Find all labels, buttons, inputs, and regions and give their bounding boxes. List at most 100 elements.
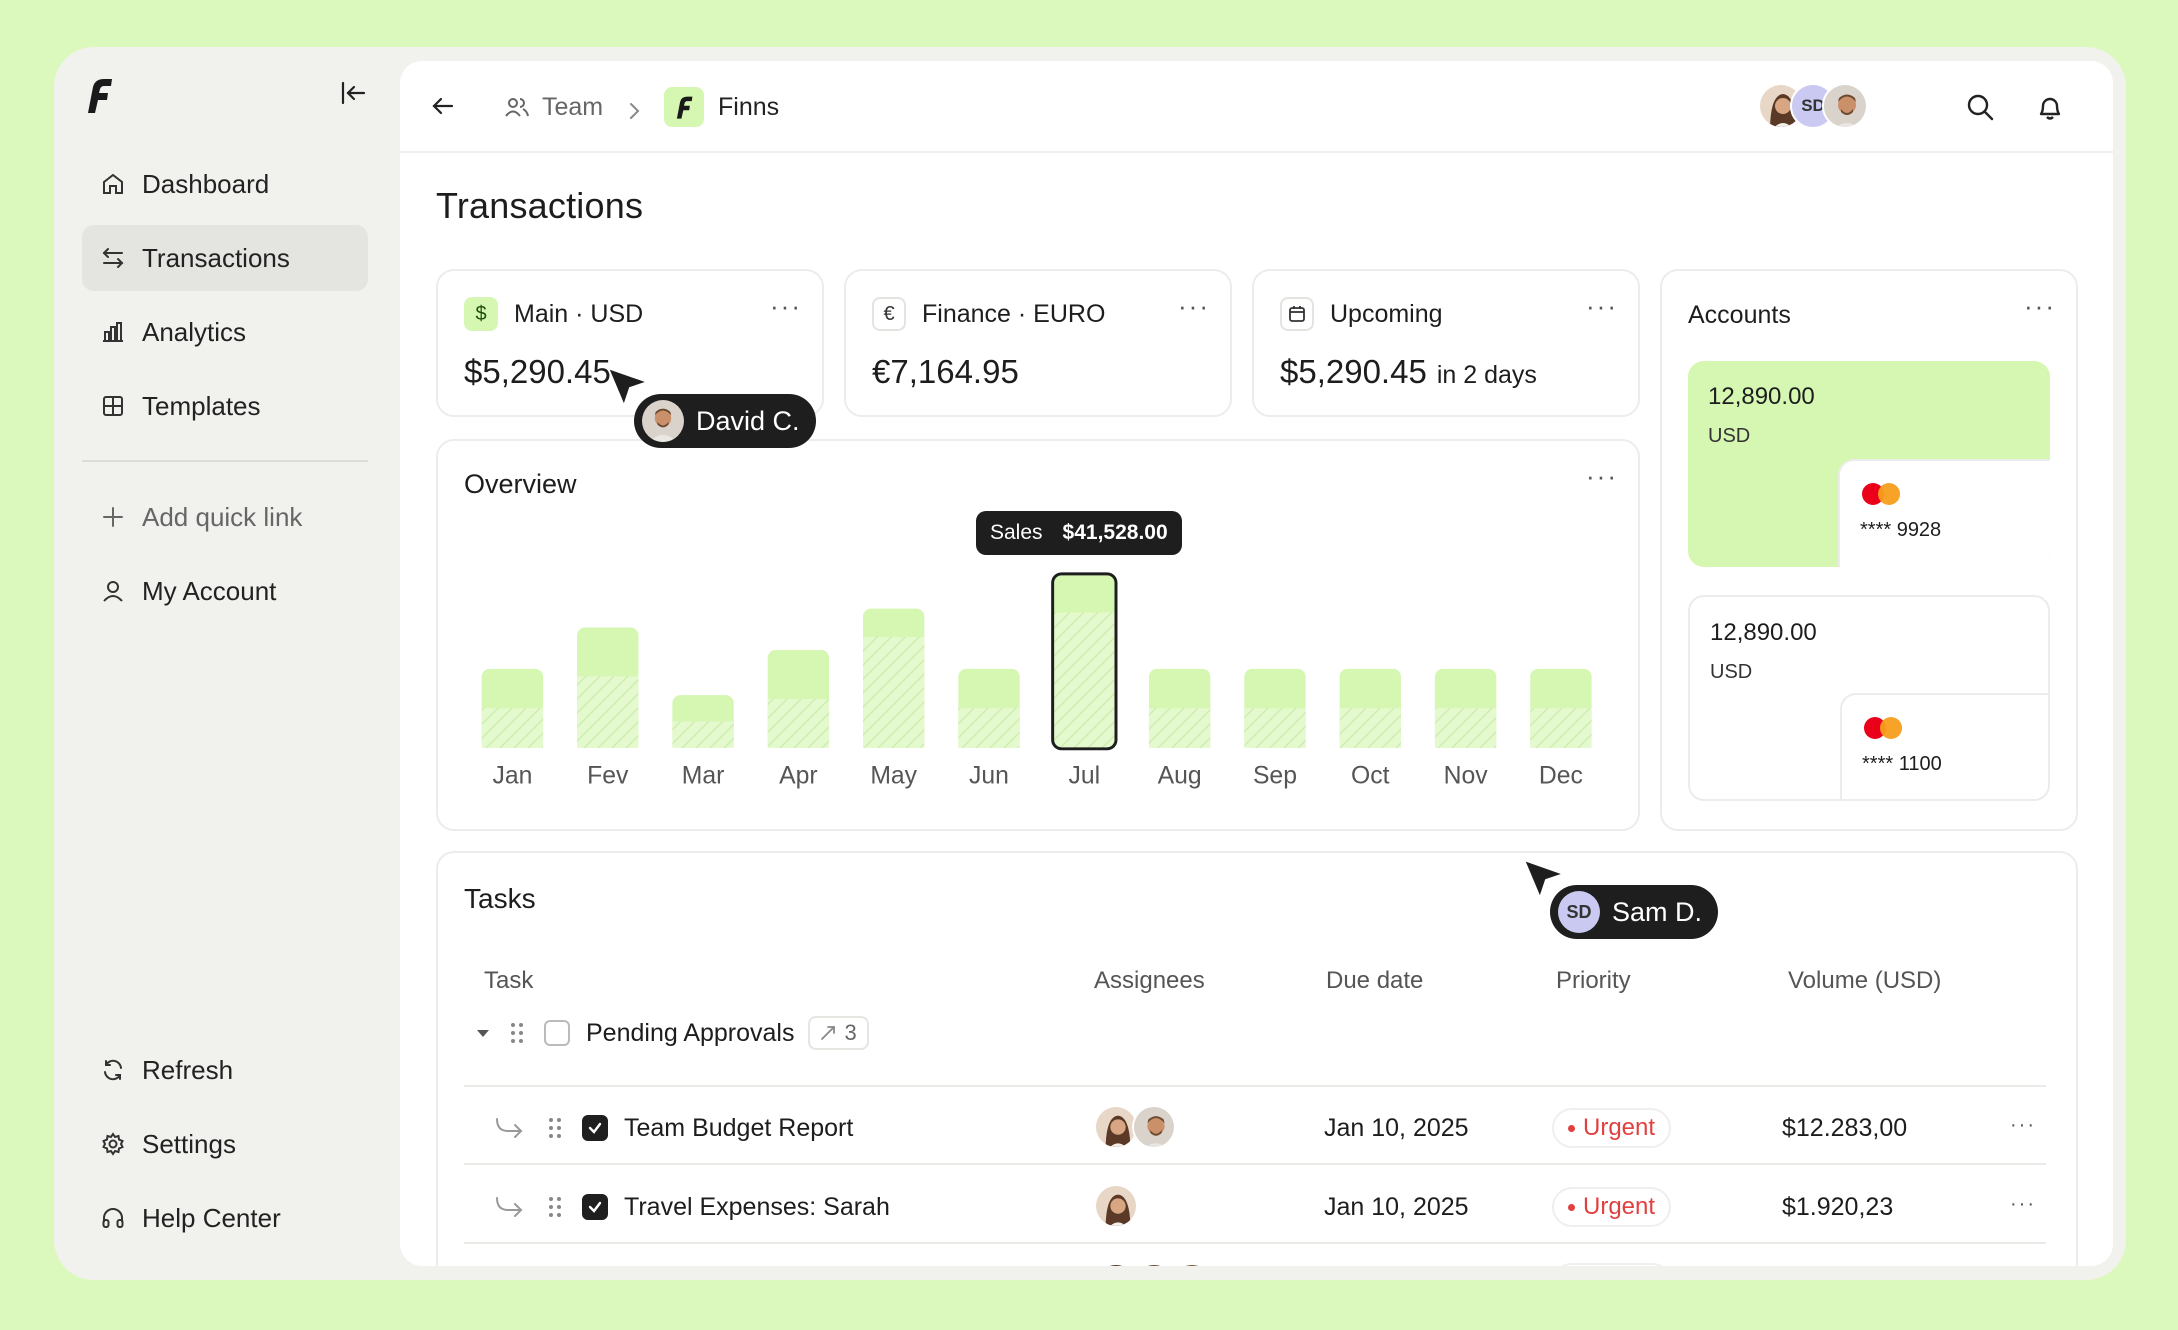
collapse-sidebar-icon[interactable] (338, 77, 368, 109)
bar-mar[interactable] (672, 695, 734, 748)
finns-logo[interactable] (82, 75, 116, 115)
stat-label: Finance · EURO (922, 299, 1106, 328)
collaborator-cursor-david: David C. (634, 394, 816, 448)
sidebar-item-settings[interactable]: Settings (82, 1111, 368, 1177)
row-more-icon[interactable]: ··· (2010, 1115, 2036, 1135)
task-checkbox[interactable] (582, 1194, 608, 1220)
sidebar-item-dashboard[interactable]: Dashboard (82, 151, 368, 217)
drag-handle-icon[interactable] (548, 1195, 562, 1219)
bar-sep[interactable] (1244, 668, 1306, 748)
x-tick-label: Apr (779, 762, 818, 789)
sidebar-item-analytics[interactable]: Analytics (82, 299, 368, 365)
stat-card-header: $ Main · USD (464, 297, 643, 331)
column-header-assignees[interactable]: Assignees (1094, 967, 1205, 995)
assignee-avatars[interactable] (1094, 1184, 1138, 1228)
stat-value-amount: $5,290.45 (1280, 353, 1427, 390)
avatar (642, 400, 684, 442)
back-arrow-icon[interactable] (426, 89, 460, 123)
breadcrumb-team-label: Team (542, 92, 604, 121)
table-row[interactable]: Travel Expenses: Sarah (494, 1184, 890, 1230)
sidebar-item-label: Transactions (142, 242, 290, 273)
avatar: SD (1558, 891, 1600, 933)
column-header-volume[interactable]: Volume (USD) (1788, 967, 1941, 995)
bar-chart-icon (100, 319, 126, 345)
group-checkbox[interactable] (544, 1020, 570, 1046)
dollar-icon: $ (464, 297, 498, 331)
sidebar-item-label: My Account (142, 575, 277, 606)
add-quick-link-button[interactable]: Add quick link (82, 484, 368, 550)
avatar (1132, 1263, 1176, 1266)
bar-dec[interactable] (1530, 668, 1592, 748)
caret-down-icon[interactable] (476, 1028, 490, 1038)
subtask-arrow-icon (494, 1196, 524, 1218)
stat-card-upcoming[interactable]: Upcoming ··· $5,290.45 in 2 days (1252, 269, 1640, 417)
bar-apr[interactable] (767, 650, 830, 748)
assignee-avatars[interactable] (1094, 1263, 1214, 1266)
row-more-icon[interactable]: ··· (2010, 1194, 2036, 1214)
bar-aug[interactable] (1148, 668, 1211, 748)
volume: $1.920,23 (1782, 1192, 1894, 1221)
drag-handle-icon[interactable] (548, 1116, 562, 1140)
priority-cell[interactable]: Urgent (1552, 1186, 1672, 1228)
bar-nov[interactable] (1434, 668, 1497, 748)
bar-may[interactable] (863, 608, 925, 748)
euro-icon: € (872, 297, 906, 331)
more-horizontal-icon[interactable]: ··· (1586, 293, 1618, 319)
priority-badge (1552, 1263, 1672, 1266)
sidebar-item-templates[interactable]: Templates (82, 373, 368, 439)
more-horizontal-icon[interactable]: ··· (770, 293, 802, 319)
bar-segment (1053, 612, 1116, 748)
payment-card: **** 9928 (1838, 459, 2050, 567)
avatar (1132, 1105, 1176, 1149)
bar-jan[interactable] (481, 668, 544, 748)
bar-jul[interactable] (1051, 572, 1118, 751)
account-item-1[interactable]: 12,890.00 USD **** 9928 (1688, 361, 2050, 567)
bar-segment (672, 721, 734, 748)
calendar-icon (1280, 297, 1314, 331)
column-header-task[interactable]: Task (484, 967, 533, 995)
sidebar-item-transactions[interactable]: Transactions (82, 225, 368, 291)
account-currency: USD (1708, 425, 1751, 447)
bell-icon[interactable] (2032, 89, 2068, 125)
bar-jun[interactable] (958, 668, 1020, 748)
bar-segment (1339, 708, 1401, 748)
more-vertical-icon[interactable] (2102, 89, 2113, 125)
row-divider (464, 1085, 2046, 1087)
due-date: Jan 10, 2025 (1324, 1113, 1469, 1142)
more-horizontal-icon[interactable]: ··· (2024, 293, 2056, 319)
column-header-priority[interactable]: Priority (1556, 967, 1631, 995)
bar-segment (767, 698, 830, 748)
collaborator-avatars[interactable]: SD (1758, 83, 1868, 129)
account-item-2[interactable]: 12,890.00 USD **** 1100 (1688, 595, 2050, 801)
priority-cell[interactable]: Urgent (1552, 1107, 1672, 1149)
sidebar-item-refresh[interactable]: Refresh (82, 1037, 368, 1103)
headphones-icon (100, 1205, 126, 1231)
x-tick-label: Aug (1158, 762, 1202, 789)
more-horizontal-icon[interactable]: ··· (1178, 293, 1210, 319)
sidebar-item-label: Templates (142, 390, 261, 421)
column-header-due-date[interactable]: Due date (1326, 967, 1423, 995)
bar-segment (1148, 708, 1211, 748)
collaborator-cursor-sam: SD Sam D. (1550, 885, 1719, 939)
task-checkbox[interactable] (582, 1115, 608, 1141)
bar-oct[interactable] (1339, 668, 1401, 748)
sidebar-item-label: Dashboard (142, 168, 270, 199)
stat-card-finance-euro[interactable]: € Finance · EURO ··· €7,164.95 (844, 269, 1232, 417)
bar-segment (863, 636, 925, 748)
priority-badge: Urgent (1552, 1108, 1672, 1148)
row-divider (464, 1163, 2046, 1165)
group-row-pending-approvals[interactable]: Pending Approvals 3 (476, 1015, 869, 1051)
avatar (1094, 1184, 1138, 1228)
grid-icon (100, 393, 126, 419)
drag-handle-icon[interactable] (510, 1021, 524, 1045)
subtask-count-badge: 3 (808, 1016, 869, 1050)
search-icon[interactable] (1962, 89, 1998, 125)
sidebar-item-help-center[interactable]: Help Center (82, 1185, 368, 1251)
assignee-avatars[interactable] (1094, 1105, 1176, 1149)
breadcrumb-team[interactable]: Team (504, 87, 603, 127)
bar-fev[interactable] (577, 627, 639, 748)
breadcrumb-finns[interactable]: Finns (664, 87, 779, 127)
sidebar-item-my-account[interactable]: My Account (82, 558, 368, 624)
table-row[interactable]: Team Budget Report (494, 1105, 853, 1151)
sidebar-item-label: Analytics (142, 316, 247, 347)
